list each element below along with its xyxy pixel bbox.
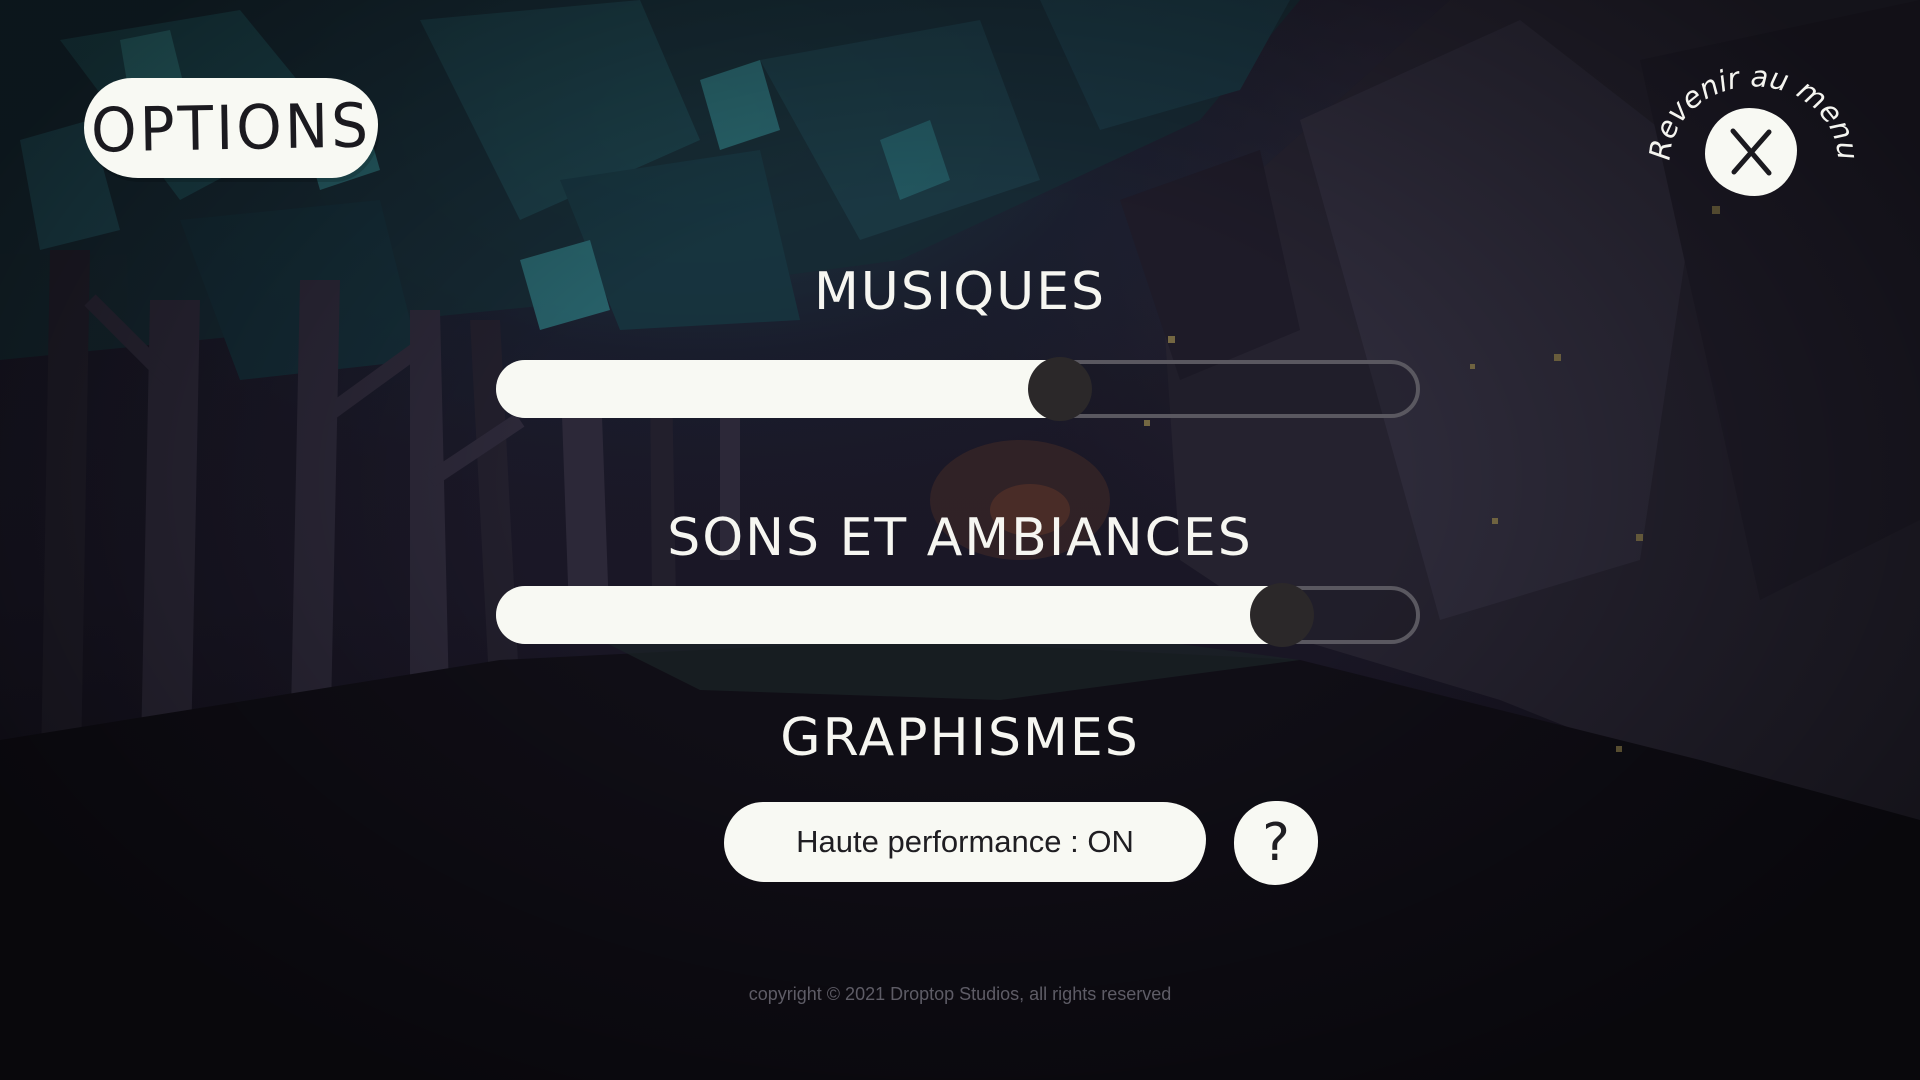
question-mark-icon: ? xyxy=(1262,813,1290,873)
graphics-label: GRAPHISMES xyxy=(780,708,1140,768)
close-icon xyxy=(1730,128,1772,176)
music-volume-thumb[interactable] xyxy=(1028,357,1093,421)
high-performance-toggle-button[interactable]: Haute performance : ON xyxy=(724,802,1206,882)
options-title-badge: OPTIONS xyxy=(84,78,378,178)
options-title: OPTIONS xyxy=(90,89,372,167)
sound-volume-thumb[interactable] xyxy=(1249,583,1314,647)
copyright-text: copyright © 2021 Droptop Studios, all ri… xyxy=(748,984,1172,1004)
sound-volume-fill xyxy=(496,586,1282,644)
help-button[interactable]: ? xyxy=(1234,801,1318,885)
sound-volume-slider[interactable] xyxy=(496,583,1420,647)
music-volume-slider[interactable] xyxy=(496,357,1420,421)
music-volume-fill xyxy=(496,360,1061,418)
close-button[interactable] xyxy=(1705,108,1797,196)
sound-label: SONS ET AMBIANCES xyxy=(667,508,1253,568)
high-performance-label: Haute performance : ON xyxy=(796,824,1134,859)
music-label: MUSIQUES xyxy=(813,262,1107,322)
back-to-menu[interactable]: Revenir au menu xyxy=(1640,60,1860,210)
